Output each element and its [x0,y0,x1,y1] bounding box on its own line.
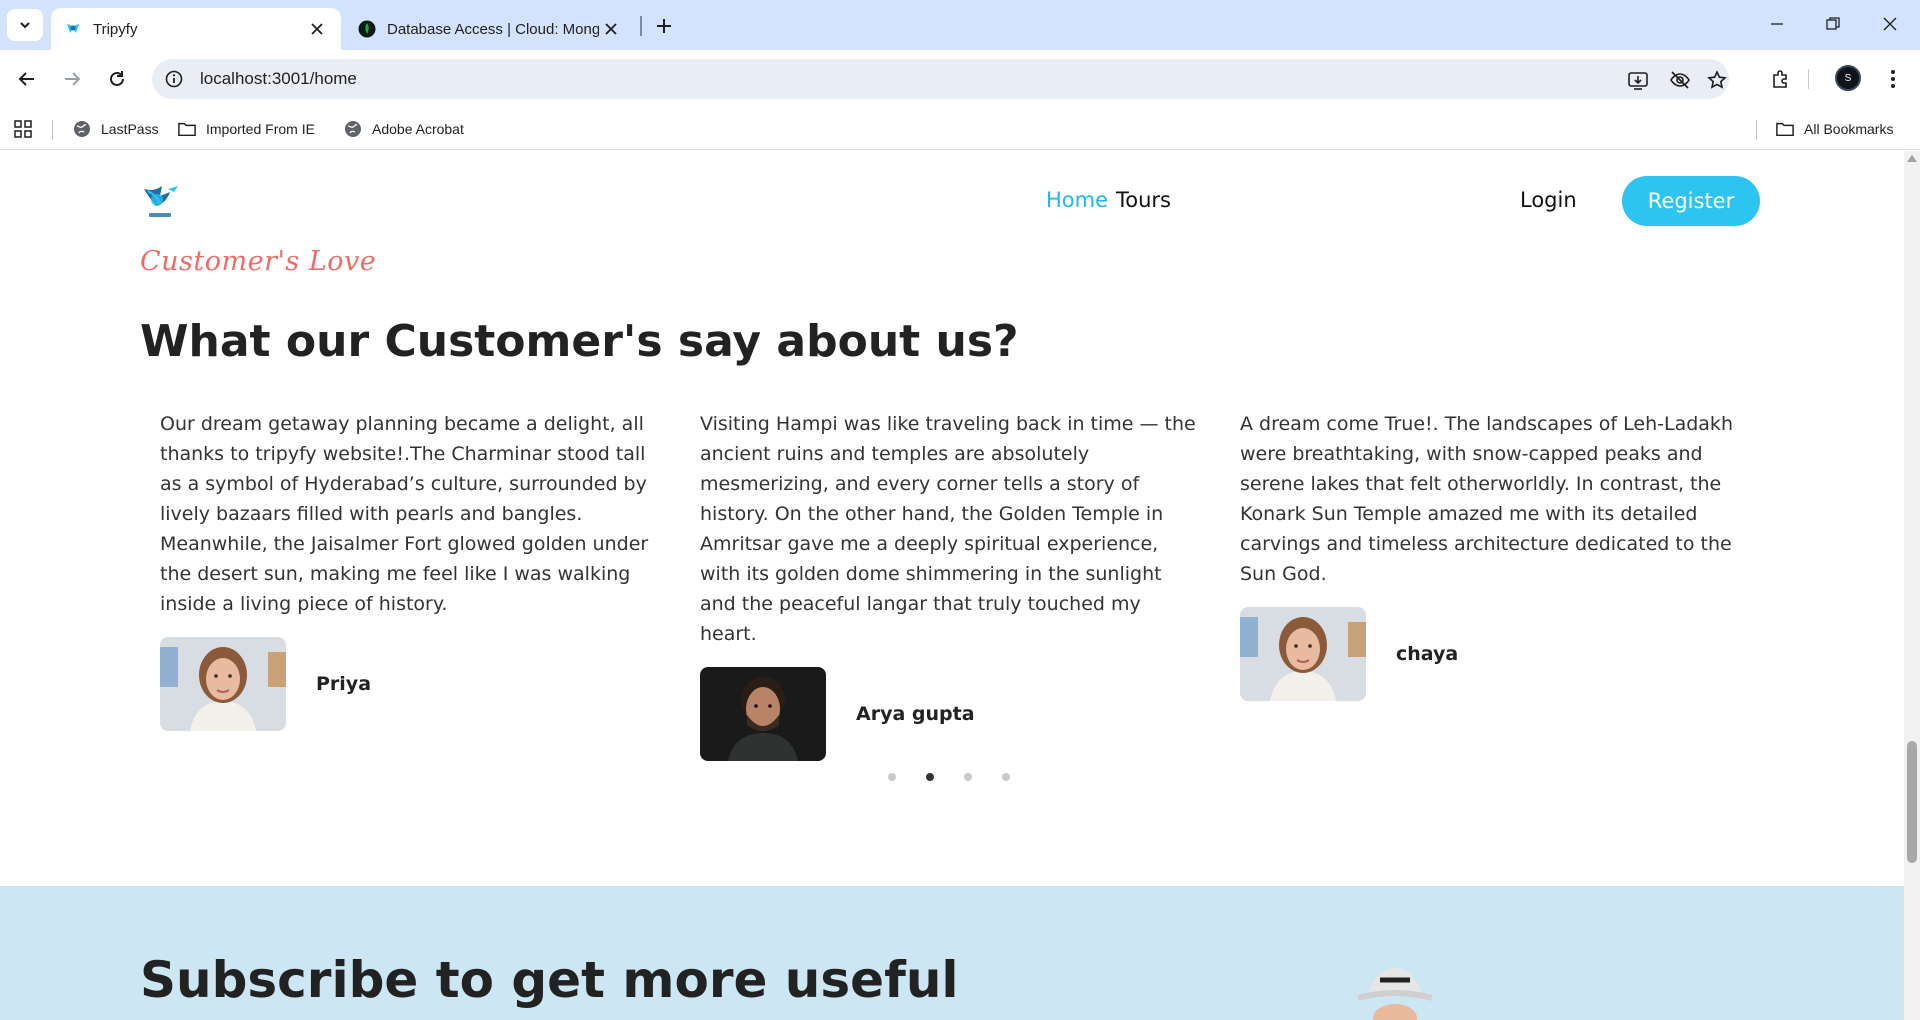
nav-home-link[interactable]: Home [1046,188,1108,212]
restore-button[interactable] [1813,8,1853,40]
page-scrollbar[interactable] [1904,151,1920,1020]
star-icon[interactable] [1704,67,1730,93]
login-link[interactable]: Login [1520,188,1577,212]
restore-icon [1826,17,1840,30]
testimonial-author: Arya gupta [700,667,1200,761]
install-app-icon[interactable] [1625,67,1651,93]
tab-title: Database Access | Cloud: Mong [387,20,599,38]
tab-database-access[interactable]: Database Access | Cloud: Mong [345,8,635,50]
new-tab-button[interactable] [650,12,678,40]
bookmark-label: LastPass [101,121,159,137]
menu-button[interactable] [1877,63,1909,95]
folder-icon [178,120,196,138]
puzzle-icon [1773,70,1787,88]
testimonial-author: chaya [1240,607,1740,701]
apps-grid-icon [14,120,32,138]
close-window-button[interactable] [1870,8,1910,40]
minimize-button[interactable] [1757,8,1797,40]
reload-button[interactable] [101,63,133,95]
url-text[interactable]: localhost:3001/home [200,69,357,89]
mongodb-leaf-icon [357,19,377,39]
all-bookmarks-button[interactable]: All Bookmarks [1776,118,1893,140]
testimonial-name: Priya [316,673,372,695]
scrollbar-thumb[interactable] [1907,741,1917,863]
section-subtitle: Customer's Love [140,246,377,277]
newsletter-section: Subscribe to get more useful [0,886,1904,1020]
nav-tours-link[interactable]: Tours [1116,188,1171,212]
profile-initial: S [1844,72,1852,84]
bookmarks-separator [52,120,53,140]
scroll-up-arrow-icon[interactable] [1907,155,1917,162]
tripyfy-favicon [63,19,83,39]
tab-tripyfy[interactable]: Tripyfy [51,8,341,50]
site-info-icon[interactable] [162,67,186,91]
testimonial-card: Visiting Hampi was like traveling back i… [700,409,1200,761]
avatar [700,667,826,761]
register-button[interactable]: Register [1622,176,1760,226]
address-bar[interactable]: localhost:3001/home [152,59,1729,99]
bookmarks-separator [1756,120,1757,140]
avatar [1240,607,1366,701]
bookmark-lastpass[interactable]: LastPass [73,118,159,140]
bookmarks-bar: LastPass Imported From IE Adobe Acrobat … [0,108,1920,150]
bookmark-label: Imported From IE [206,121,315,137]
back-button[interactable] [11,63,43,95]
profile-avatar[interactable]: S [1835,65,1861,91]
tab-search-button[interactable] [7,9,43,41]
carousel-dots [888,773,1010,781]
plus-icon [657,19,671,33]
browser-tab-bar: Tripyfy Database Access | Cloud: Mong [0,0,1920,50]
tab-separator [640,16,642,36]
minimize-icon [1771,23,1783,25]
close-icon [1883,17,1897,31]
bookmark-adobe-acrobat[interactable]: Adobe Acrobat [344,118,464,140]
testimonial-name: chaya [1396,643,1459,665]
tripyfy-logo[interactable] [140,181,184,225]
testimonial-card: Our dream getaway planning became a deli… [160,409,660,731]
section-title: What our Customer's say about us? [140,316,1019,367]
close-icon[interactable] [599,17,623,41]
globe-icon [344,120,362,138]
page-viewport: Home Tours Login Register Customer's Lov… [0,151,1904,1020]
carousel-dot-active[interactable] [926,773,934,781]
newsletter-illustration [1340,958,1450,1020]
apps-button[interactable] [14,118,32,140]
extensions-button[interactable] [1765,63,1797,95]
arrow-right-icon [65,72,81,86]
testimonial-name: Arya gupta [856,703,975,725]
toolbar-separator [1808,69,1809,89]
carousel-dot[interactable] [888,773,896,781]
bookmark-label: Adobe Acrobat [372,121,464,137]
testimonial-author: Priya [160,637,660,731]
testimonial-card: A dream come True!. The landscapes of Le… [1240,409,1740,701]
close-icon[interactable] [305,17,329,41]
globe-icon [73,120,91,138]
tab-title: Tripyfy [93,20,138,38]
carousel-dot[interactable] [964,773,972,781]
testimonial-quote: Visiting Hampi was like traveling back i… [700,413,1196,645]
testimonial-quote: A dream come True!. The landscapes of Le… [1240,413,1733,585]
carousel-dot[interactable] [1002,773,1010,781]
newsletter-title: Subscribe to get more useful [140,951,959,1009]
reload-icon [110,71,124,86]
browser-toolbar: localhost:3001/home S [0,50,1920,108]
bookmark-imported-from-ie[interactable]: Imported From IE [178,118,315,140]
avatar [160,637,286,731]
testimonial-quote: Our dream getaway planning became a deli… [160,413,649,615]
chevron-down-icon [20,22,30,29]
kebab-menu-icon [1891,70,1895,88]
eye-slash-icon[interactable] [1667,67,1693,93]
folder-icon [1776,120,1794,138]
all-bookmarks-label: All Bookmarks [1804,121,1894,137]
site-header: Home Tours Login Register [0,151,1904,251]
forward-button[interactable] [56,63,88,95]
arrow-left-icon [18,72,34,86]
